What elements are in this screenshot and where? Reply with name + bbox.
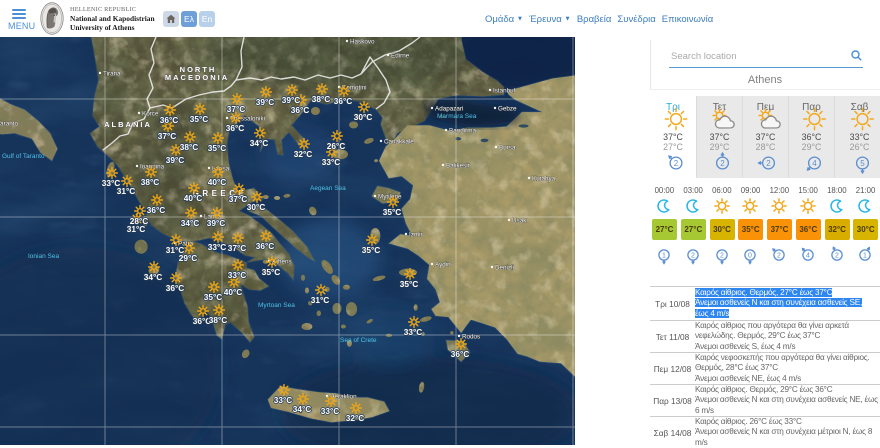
svg-text:Kutahya: Kutahya — [532, 176, 556, 183]
svg-text:37°C: 37°C — [228, 243, 247, 253]
svg-text:40°C: 40°C — [224, 287, 243, 297]
svg-text:39°C: 39°C — [166, 155, 185, 165]
svg-text:Izmir: Izmir — [409, 232, 423, 239]
svg-text:2: 2 — [766, 159, 771, 168]
svg-text:Bandirma: Bandirma — [449, 128, 476, 135]
svg-text:35°C: 35°C — [204, 292, 223, 302]
svg-text:Marmara Sea: Marmara Sea — [437, 113, 477, 120]
svg-text:36°C: 36°C — [160, 115, 179, 125]
svg-text:32°C: 32°C — [294, 149, 313, 159]
svg-text:2: 2 — [720, 253, 724, 260]
svg-text:33°C: 33°C — [228, 270, 247, 280]
svg-text:5: 5 — [860, 159, 865, 168]
svg-text:0: 0 — [748, 253, 752, 260]
svg-text:37°C: 37°C — [229, 194, 248, 204]
svg-text:35°C: 35°C — [383, 207, 402, 217]
svg-text:37°C: 37°C — [158, 131, 177, 141]
svg-text:38°C: 38°C — [312, 94, 331, 104]
svg-text:39°C: 39°C — [256, 97, 275, 107]
svg-text:38°C: 38°C — [180, 142, 199, 152]
svg-text:Rodos: Rodos — [462, 334, 480, 341]
svg-text:33°C: 33°C — [404, 327, 423, 337]
svg-text:4: 4 — [812, 159, 817, 168]
svg-text:34°C: 34°C — [250, 138, 269, 148]
svg-text:1: 1 — [662, 253, 666, 260]
svg-text:36°C: 36°C — [226, 123, 245, 133]
svg-text:31°C: 31°C — [311, 295, 330, 305]
svg-text:Myrtoan Sea: Myrtoan Sea — [258, 302, 295, 309]
svg-text:Aegean Sea: Aegean Sea — [310, 185, 346, 192]
svg-text:2: 2 — [691, 253, 695, 260]
svg-text:36°C: 36°C — [166, 283, 185, 293]
svg-text:Haskovo: Haskovo — [350, 39, 375, 46]
svg-text:Istanbul: Istanbul — [493, 88, 515, 95]
svg-text:34°C: 34°C — [293, 404, 312, 414]
svg-text:36°C: 36°C — [451, 349, 470, 359]
svg-text:31°C: 31°C — [117, 186, 136, 196]
svg-text:38°C: 38°C — [209, 315, 228, 325]
svg-text:Tirana: Tirana — [103, 71, 121, 78]
svg-text:Edirne: Edirne — [391, 53, 410, 60]
svg-text:Gulf of Taranto: Gulf of Taranto — [2, 153, 45, 160]
svg-text:39°C: 39°C — [207, 218, 226, 228]
svg-text:31°C: 31°C — [127, 224, 146, 234]
svg-text:35°C: 35°C — [400, 279, 419, 289]
svg-text:Aydin: Aydin — [435, 262, 451, 269]
svg-text:29°C: 29°C — [179, 253, 198, 263]
svg-text:Denizli: Denizli — [495, 265, 514, 272]
svg-text:Ionian Sea: Ionian Sea — [28, 253, 59, 260]
svg-text:26°C: 26°C — [327, 141, 346, 151]
svg-text:Taranto: Taranto — [0, 121, 19, 128]
svg-text:34°C: 34°C — [144, 272, 163, 282]
svg-text:38°C: 38°C — [141, 177, 160, 187]
svg-text:Canakkale: Canakkale — [384, 139, 414, 146]
svg-text:39°C: 39°C — [282, 95, 301, 105]
svg-text:35°C: 35°C — [208, 143, 227, 153]
svg-text:36°C: 36°C — [147, 205, 166, 215]
svg-text:36°C: 36°C — [291, 105, 310, 115]
svg-text:33°C: 33°C — [322, 157, 341, 167]
svg-text:Korce: Korce — [142, 111, 159, 118]
svg-text:Usak: Usak — [512, 218, 527, 225]
svg-text:Balikesir: Balikesir — [446, 163, 470, 170]
svg-text:30°C: 30°C — [354, 112, 373, 122]
svg-text:30°C: 30°C — [247, 202, 266, 212]
svg-text:35°C: 35°C — [362, 245, 381, 255]
svg-text:Adapazari: Adapazari — [435, 106, 463, 113]
svg-text:2: 2 — [835, 253, 839, 260]
svg-text:1: 1 — [863, 253, 867, 260]
svg-text:2: 2 — [674, 159, 679, 168]
svg-text:Sea of Crete: Sea of Crete — [340, 337, 377, 344]
svg-text:40°C: 40°C — [208, 177, 227, 187]
svg-text:MACEDONIA: MACEDONIA — [165, 73, 229, 82]
svg-text:37°C: 37°C — [227, 104, 246, 114]
svg-text:2: 2 — [720, 159, 725, 168]
svg-text:ALBANIA: ALBANIA — [104, 120, 152, 129]
svg-text:2: 2 — [777, 253, 781, 260]
svg-text:Bursa: Bursa — [499, 145, 516, 152]
svg-text:36°C: 36°C — [334, 96, 353, 106]
svg-text:4: 4 — [806, 253, 810, 260]
svg-text:35°C: 35°C — [190, 114, 209, 124]
svg-text:36°C: 36°C — [256, 241, 275, 251]
svg-text:33°C: 33°C — [208, 242, 227, 252]
svg-text:33°C: 33°C — [274, 395, 293, 405]
svg-text:40°C: 40°C — [184, 193, 203, 203]
svg-text:33°C: 33°C — [321, 406, 340, 416]
svg-text:34°C: 34°C — [181, 218, 200, 228]
svg-text:Gebze: Gebze — [498, 106, 517, 113]
svg-text:35°C: 35°C — [262, 267, 281, 277]
svg-text:32°C: 32°C — [346, 413, 365, 423]
